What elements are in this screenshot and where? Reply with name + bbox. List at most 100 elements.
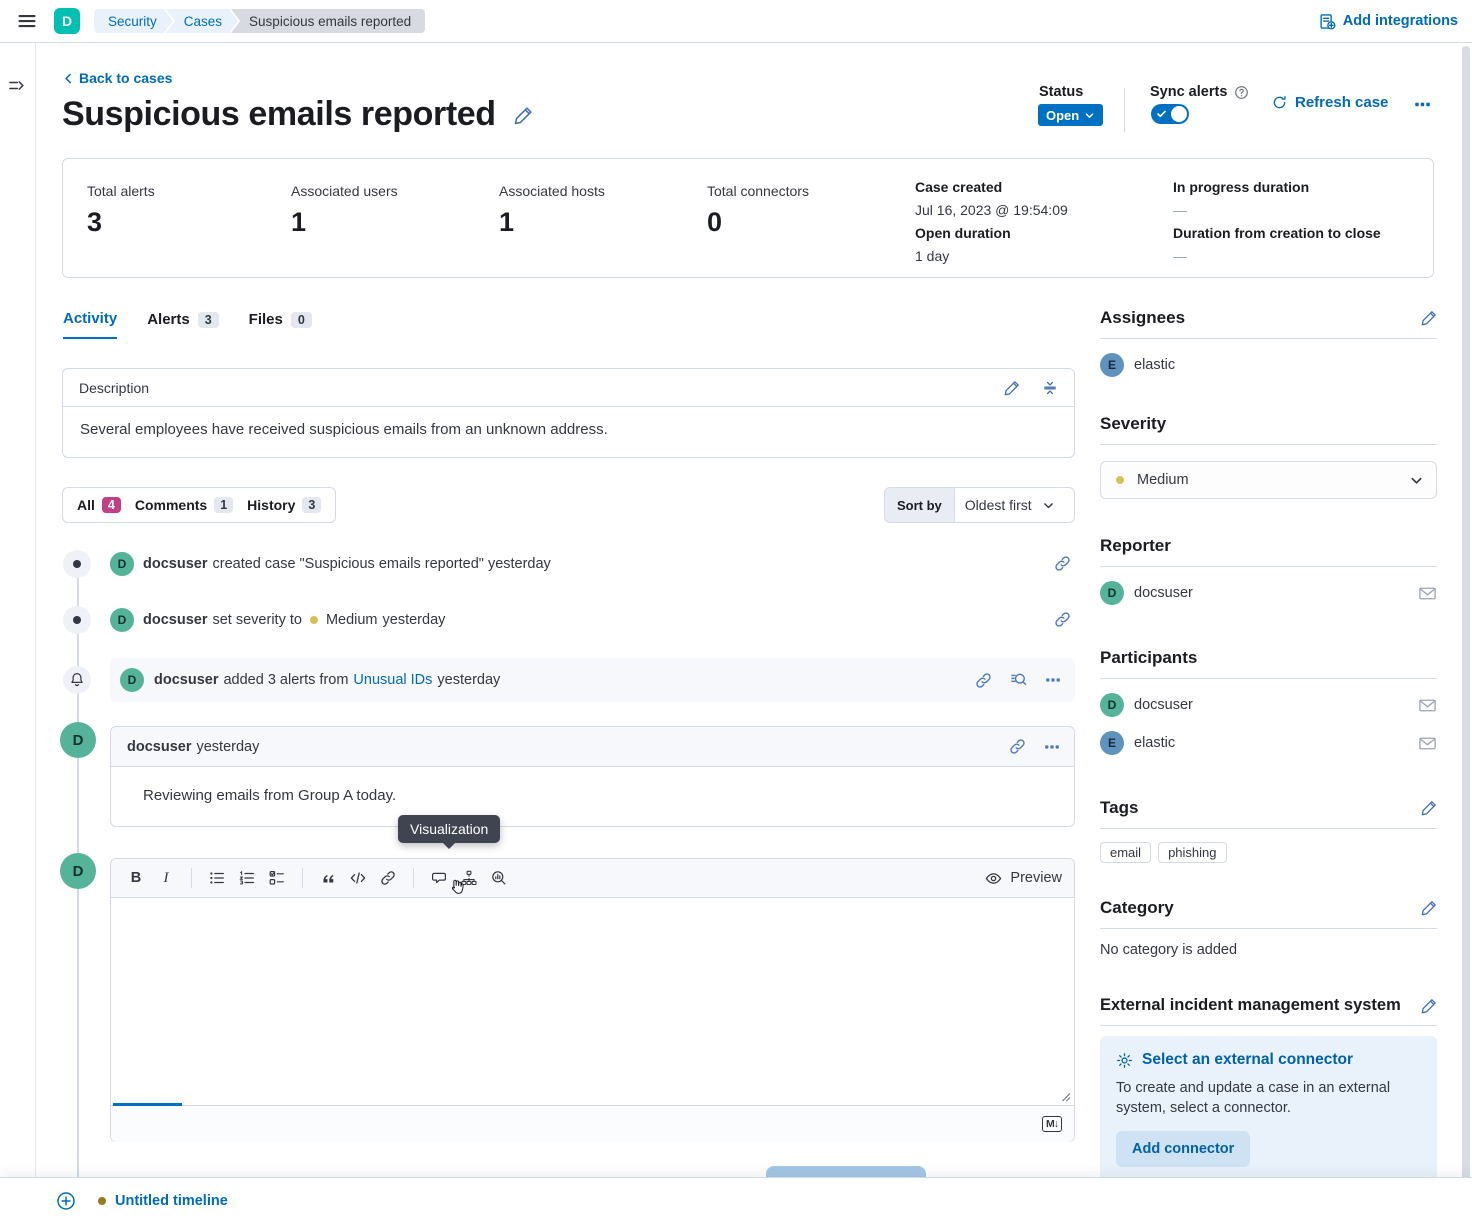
alert-actions-menu-icon[interactable] (1045, 672, 1061, 688)
back-to-cases-link[interactable]: Back to cases (62, 70, 172, 86)
external-system-title: External incident management system (1100, 996, 1401, 1015)
severity-medium-dot (310, 616, 318, 624)
task-list-icon[interactable] (264, 865, 290, 891)
check-icon (1157, 110, 1166, 118)
comment-icon[interactable] (426, 865, 452, 891)
assignee-row: E elastic (1100, 353, 1437, 377)
participant-row: E elastic (1100, 731, 1437, 755)
category-title: Category (1100, 898, 1174, 918)
copy-link-icon[interactable] (1054, 611, 1071, 628)
comment-actions-menu-icon[interactable] (1044, 739, 1060, 755)
chevron-down-icon (1409, 473, 1424, 488)
user-avatar-elastic: E (1100, 731, 1124, 755)
email-icon[interactable] (1418, 696, 1437, 715)
connector-callout: Select an external connector To create a… (1100, 1036, 1437, 1182)
case-stats-panel: Total alerts3 Associated users1 Associat… (62, 158, 1434, 278)
sync-alerts-label: Sync alerts (1150, 84, 1249, 100)
add-connector-button[interactable]: Add connector (1116, 1131, 1250, 1167)
menu-icon[interactable] (14, 8, 40, 34)
help-icon[interactable] (1234, 85, 1249, 100)
stat-total-connectors: Total connectors0 (707, 183, 809, 238)
filter-comments[interactable]: Comments1 (135, 497, 233, 513)
quote-icon[interactable] (315, 865, 341, 891)
code-icon[interactable] (345, 865, 371, 891)
breadcrumb-security[interactable]: Security (94, 9, 173, 33)
sort-by-label: Sort by (885, 488, 955, 522)
stat-total-alerts: Total alerts3 (87, 183, 155, 238)
italic-button[interactable]: I (153, 865, 179, 891)
integrations-icon (1319, 13, 1336, 30)
bold-button[interactable]: B (123, 865, 149, 891)
collapse-description-icon[interactable] (1042, 380, 1058, 396)
edit-assignees-icon[interactable] (1421, 310, 1437, 326)
unusual-ids-link[interactable]: Unusual IDs (353, 672, 432, 688)
timeline-event-icon (63, 550, 91, 578)
status-label: Status (1039, 84, 1083, 100)
activity-filter-group: All4 Comments1 History3 (62, 487, 336, 523)
email-icon[interactable] (1418, 584, 1437, 603)
reporter-title: Reporter (1100, 536, 1171, 556)
edit-title-icon[interactable] (514, 106, 533, 125)
page-scrollbar[interactable] (1462, 46, 1470, 1180)
copy-link-icon[interactable] (1009, 738, 1026, 755)
tab-activity[interactable]: Activity (63, 310, 117, 339)
add-integrations-button[interactable]: Add integrations (1319, 13, 1458, 30)
user-avatar-docsuser: D (110, 552, 134, 576)
edit-tags-icon[interactable] (1421, 800, 1437, 816)
resize-handle[interactable] (1061, 1092, 1071, 1102)
comment-textarea[interactable] (111, 898, 1074, 1106)
user-avatar-docsuser: D (60, 853, 96, 889)
sync-alerts-toggle[interactable] (1151, 104, 1189, 124)
select-connector-link[interactable]: Select an external connector (1116, 1051, 1421, 1069)
filter-history[interactable]: History3 (247, 497, 321, 513)
chevron-down-icon (1084, 110, 1095, 121)
sort-by-select[interactable]: Sort by Oldest first (884, 487, 1075, 523)
untitled-timeline-link[interactable]: Untitled timeline (115, 1193, 228, 1209)
refresh-icon (1272, 95, 1287, 110)
copy-link-icon[interactable] (1054, 555, 1071, 572)
participant-row: D docsuser (1100, 693, 1437, 717)
breadcrumb-cases[interactable]: Cases (166, 9, 238, 33)
link-icon[interactable] (375, 865, 401, 891)
markdown-icon[interactable]: M↓ (1042, 1116, 1062, 1132)
severity-select[interactable]: Medium (1100, 461, 1437, 499)
alerts-count-badge: 3 (198, 312, 219, 328)
tags-title: Tags (1100, 798, 1138, 818)
add-timeline-icon[interactable] (56, 1191, 76, 1211)
description-panel: Description Several employees have recei… (62, 368, 1075, 458)
tab-alerts[interactable]: Alerts3 (147, 311, 218, 338)
comment-author: docsuser (127, 739, 191, 755)
tab-files[interactable]: Files0 (249, 311, 312, 338)
timeline-event-alerts-added: D docsuser added 3 alerts from Unusual I… (110, 658, 1075, 702)
email-icon[interactable] (1418, 734, 1437, 753)
eye-icon (985, 870, 1002, 887)
case-actions-menu-icon[interactable] (1414, 96, 1431, 113)
tag-badge: email (1100, 842, 1151, 863)
edit-category-icon[interactable] (1421, 900, 1437, 916)
copy-link-icon[interactable] (975, 672, 992, 689)
filter-all[interactable]: All4 (77, 497, 121, 513)
user-avatar-docsuser: D (120, 668, 144, 692)
preview-button[interactable]: Preview (985, 870, 1062, 887)
top-nav-bar: D Security Cases Suspicious emails repor… (0, 0, 1472, 43)
investigate-in-timeline-icon[interactable] (1010, 672, 1027, 689)
all-count-badge: 4 (102, 497, 121, 513)
timeline-event-icon (63, 606, 91, 634)
chevron-left-icon (62, 72, 75, 85)
timeline-icon[interactable] (456, 865, 482, 891)
files-count-badge: 0 (291, 312, 312, 328)
visualization-tooltip: Visualization (398, 815, 500, 843)
edit-connector-icon[interactable] (1421, 998, 1437, 1014)
edit-description-icon[interactable] (1004, 380, 1020, 396)
user-avatar-elastic: E (1100, 353, 1124, 377)
tags-section: Tags email phishing (1100, 798, 1437, 863)
ordered-list-icon[interactable] (234, 865, 260, 891)
expand-flyout-icon[interactable] (8, 77, 25, 94)
space-avatar[interactable]: D (54, 8, 80, 34)
refresh-case-button[interactable]: Refresh case (1272, 94, 1388, 111)
status-dropdown-button[interactable]: Open (1038, 104, 1103, 126)
user-avatar-docsuser: D (60, 722, 96, 758)
visualization-lens-icon[interactable] (486, 865, 512, 891)
unordered-list-icon[interactable] (204, 865, 230, 891)
timeline-alert-icon (63, 666, 91, 694)
